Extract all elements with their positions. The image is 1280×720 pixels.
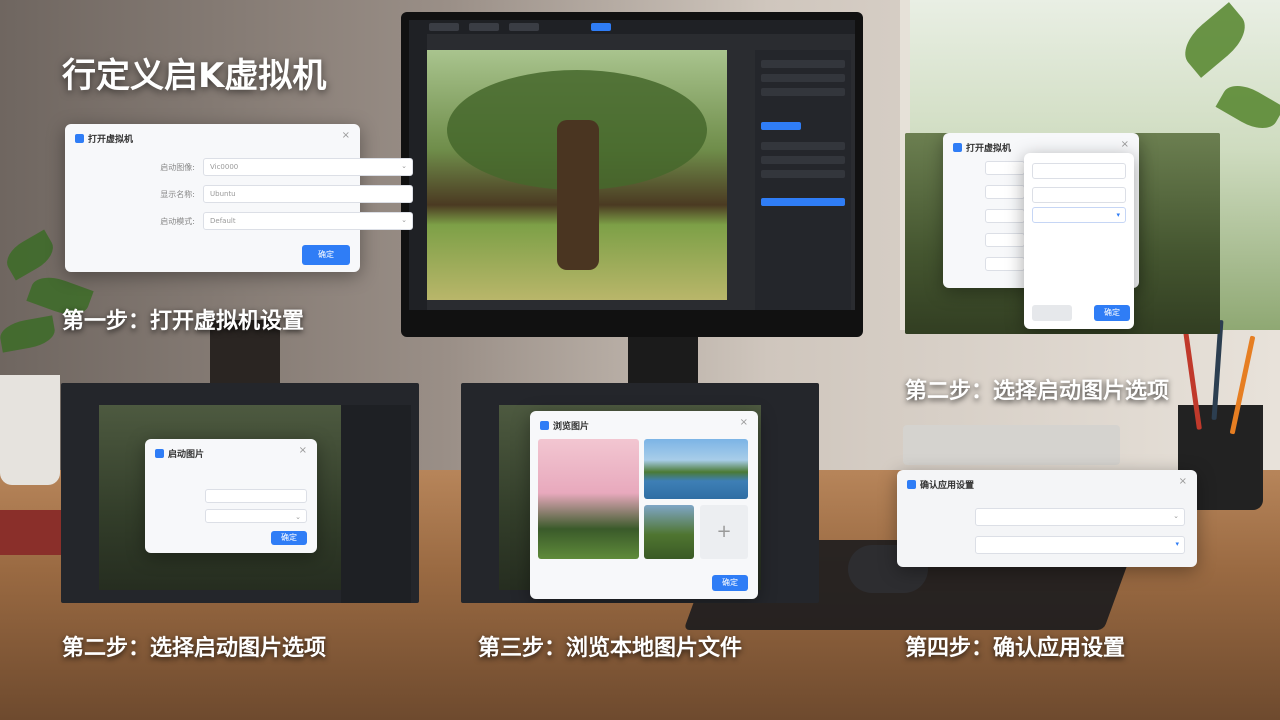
- boot-options-dropdown: ▾ 确定: [1024, 153, 1134, 329]
- display-name-input[interactable]: Ubuntu: [203, 185, 413, 203]
- monitor: [401, 12, 863, 337]
- field-label: 显示名称:: [160, 190, 195, 199]
- close-icon[interactable]: ×: [740, 417, 748, 428]
- dialog-title: 浏览图片: [540, 419, 589, 432]
- panel-row[interactable]: [761, 142, 845, 150]
- monitor-screen: [409, 20, 855, 310]
- confirm-button[interactable]: 确定: [1094, 305, 1130, 321]
- field[interactable]: [985, 233, 1025, 247]
- boot-image-option[interactable]: ▾: [1032, 207, 1126, 223]
- app-icon: [953, 143, 962, 152]
- chevron-down-icon: ⌄: [401, 162, 407, 170]
- dialog-title-text: 打开虚拟机: [88, 135, 134, 145]
- confirm-button[interactable]: 确定: [712, 575, 748, 591]
- caption-step1: 第一步：打开虚拟机设置: [62, 309, 305, 334]
- lake-image[interactable]: [644, 439, 748, 499]
- field[interactable]: ⌄: [205, 509, 307, 523]
- caret-down-icon: ▾: [1175, 540, 1179, 548]
- app-toolbar: [409, 20, 855, 34]
- caption-step4: 第四步：确认应用设置: [905, 636, 1126, 661]
- dialog-title: 打开虚拟机: [953, 141, 1011, 154]
- confirm-settings-dialog: 确认应用设置 × ⌄ ▾: [897, 470, 1197, 567]
- dialog-title: 启动图片: [155, 447, 204, 460]
- monitor-stand: [628, 330, 698, 390]
- app-icon: [540, 421, 549, 430]
- dropdown-field[interactable]: [1032, 187, 1126, 203]
- tree-trunk: [557, 120, 599, 270]
- panel-row[interactable]: [761, 88, 845, 96]
- caption-step2-left: 第二步：选择启动图片选项: [62, 636, 327, 661]
- cancel-button[interactable]: [1032, 305, 1072, 321]
- panel-row[interactable]: [761, 156, 845, 164]
- plant-pot: [0, 375, 60, 485]
- boot-mode-select[interactable]: Default ⌄: [203, 212, 413, 230]
- app-icon: [155, 449, 164, 458]
- browse-images-dialog: 浏览图片 × + 确定: [530, 411, 758, 599]
- properties-panel: [341, 405, 411, 603]
- close-icon[interactable]: ×: [1121, 139, 1129, 150]
- panel-row-selected[interactable]: [761, 198, 845, 206]
- close-icon[interactable]: ×: [299, 445, 307, 456]
- dialog-title: 确认应用设置: [907, 478, 974, 491]
- close-icon[interactable]: ×: [342, 130, 350, 141]
- app-icon: [907, 480, 916, 489]
- dialog-title-text: 浏览图片: [553, 422, 590, 432]
- field[interactable]: ⌄: [975, 508, 1185, 526]
- chevron-down-icon: ⌄: [1173, 512, 1179, 520]
- step2-screenshot-dark: 启动图片 × ⌄ 确定: [61, 383, 419, 603]
- step3-screenshot: 浏览图片 × + 确定: [461, 383, 819, 603]
- open-vm-dialog: 打开虚拟机 × 启动图像: Vic0000 ⌄ 显示名称: Ubuntu 启动模式…: [65, 124, 413, 272]
- boot-image-dialog: 启动图片 × ⌄ 确定: [145, 439, 317, 553]
- book: [0, 510, 70, 555]
- chevron-down-icon: ⌄: [295, 513, 301, 521]
- toolbar-tab[interactable]: [469, 23, 499, 31]
- add-image-button[interactable]: +: [700, 505, 748, 559]
- panel-row[interactable]: [761, 60, 845, 68]
- field[interactable]: [985, 209, 1025, 223]
- field-label: 启动模式:: [160, 217, 195, 226]
- field[interactable]: ▾: [975, 536, 1185, 554]
- toolbar-tab[interactable]: [509, 23, 539, 31]
- cherry-blossom-image[interactable]: [538, 439, 639, 559]
- panel-row[interactable]: [761, 74, 845, 82]
- toolbar-tab-active[interactable]: [591, 23, 611, 31]
- page-title: 行定义启K虚拟机: [62, 56, 327, 96]
- caption-step3: 第三步：浏览本地图片文件: [478, 636, 743, 661]
- caption-step2-right: 第二步：选择启动图片选项: [905, 379, 1170, 404]
- confirm-button[interactable]: 确定: [271, 531, 307, 545]
- field[interactable]: [985, 185, 1025, 199]
- properties-panel: [755, 50, 851, 310]
- field-label: 启动图像:: [160, 163, 195, 172]
- dialog-title-text: 确认应用设置: [920, 481, 975, 491]
- app-icon: [75, 134, 84, 143]
- caret-down-icon: ▾: [1116, 211, 1120, 219]
- photo-canvas: [427, 50, 727, 300]
- field[interactable]: [205, 489, 307, 503]
- toolbar-tab[interactable]: [429, 23, 459, 31]
- panel-row[interactable]: [761, 170, 845, 178]
- dialog-title-text: 启动图片: [168, 450, 205, 460]
- chevron-down-icon: ⌄: [401, 216, 407, 224]
- tree-image[interactable]: [644, 505, 694, 559]
- close-icon[interactable]: ×: [1179, 476, 1187, 487]
- confirm-button[interactable]: 确定: [302, 245, 350, 265]
- dialog-title-text: 打开虚拟机: [966, 144, 1012, 154]
- dropdown-field[interactable]: [1032, 163, 1126, 179]
- router: [903, 425, 1120, 465]
- step2-screenshot: 打开虚拟机 × ▾ 确定: [905, 133, 1220, 334]
- field[interactable]: [985, 257, 1025, 271]
- dialog-title: 打开虚拟机: [75, 132, 133, 145]
- panel-row-selected[interactable]: [761, 122, 801, 130]
- field[interactable]: [985, 161, 1025, 175]
- boot-image-select[interactable]: Vic0000 ⌄: [203, 158, 413, 176]
